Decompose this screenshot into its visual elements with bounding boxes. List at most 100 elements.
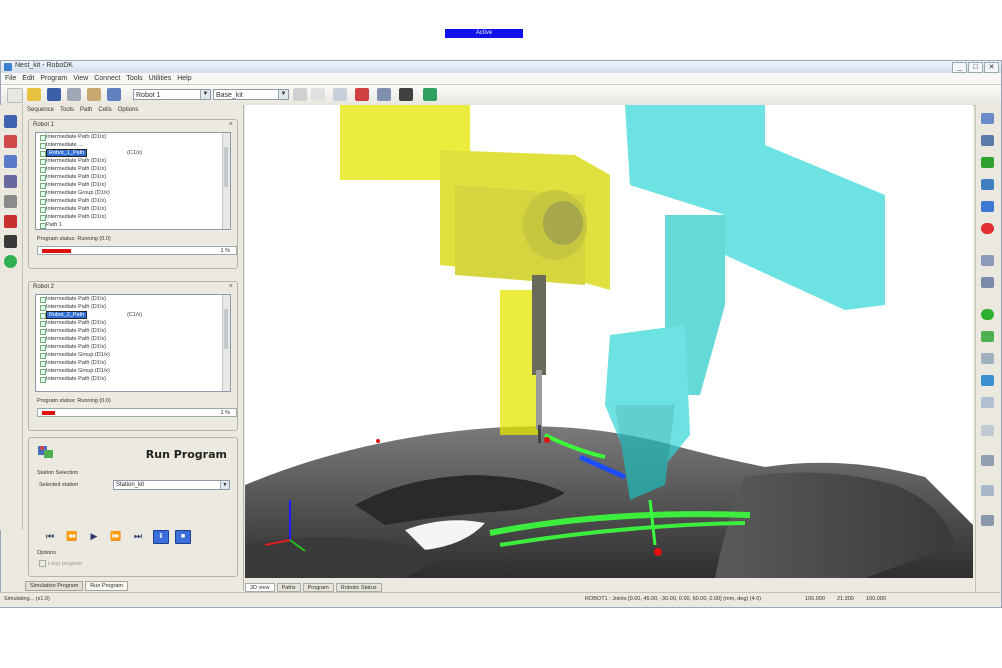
tree-item[interactable]: Intermediate Path (D1/x) [36,197,230,205]
measure-icon[interactable] [981,353,994,364]
fit-view-icon[interactable] [333,88,347,101]
tab-sequence[interactable]: Sequence [27,107,54,113]
save-icon[interactable] [47,88,61,101]
program-icon[interactable] [4,235,17,248]
robot-combo[interactable]: Robot 1 ▼ [133,89,211,100]
minimize-button[interactable]: _ [952,62,967,73]
tab-cells[interactable]: Cells [98,107,111,113]
rotate-icon[interactable] [311,88,325,101]
menu-connect[interactable]: Connect [94,73,120,84]
tab-path[interactable]: Path [80,107,92,113]
robot-icon[interactable] [4,135,17,148]
tree-item[interactable]: Intermediate Path (D1/x) [36,335,230,343]
menu-utilities[interactable]: Utilities [149,73,172,84]
camera-icon[interactable] [981,485,994,496]
record-icon[interactable] [981,223,994,234]
menu-edit[interactable]: Edit [22,73,34,84]
menu-program[interactable]: Program [40,73,67,84]
zoom-in-icon[interactable] [981,135,994,146]
tree-item[interactable]: Robot_2_Path (C1/x) [36,311,230,319]
settings-icon[interactable] [981,425,994,436]
menu-tools[interactable]: Tools [126,73,142,84]
tree-item[interactable]: Intermediate Path (D1/x) [36,229,230,230]
tab-3d-view[interactable]: 3D view [245,583,275,592]
tree-item[interactable]: Intermediate Group (D1/x) [36,189,230,197]
tab-run-program[interactable]: Run Program [85,581,129,591]
robot2-program-tree[interactable]: Intermediate Path (D1/x) Intermediate Pat… [35,294,231,392]
tree-item[interactable]: Intermediate Path (D1/x) [36,303,230,311]
view-iso-icon[interactable] [981,113,994,124]
zoom-icon[interactable] [377,88,391,101]
tree-item[interactable]: Intermediate Path (D1/x) [36,343,230,351]
tree-item[interactable]: Intermediate Group (D1/x) [36,367,230,375]
last-step-button[interactable]: ⏭ [131,530,145,542]
select-icon[interactable] [981,375,994,386]
grid-icon[interactable] [981,331,994,342]
3d-viewport[interactable] [245,105,973,578]
tree-item[interactable]: Intermediate Path (D1/x) [36,173,230,181]
close-icon[interactable]: × [229,121,233,128]
simulate-icon[interactable] [423,88,437,101]
scene-canvas[interactable] [245,105,973,578]
tree-item[interactable]: Path 1 [36,221,230,229]
print-icon[interactable] [67,88,81,101]
target-icon[interactable] [355,88,369,101]
play-button[interactable]: ▶ [87,530,101,542]
tab-paths[interactable]: Paths [276,583,301,592]
view-side-icon[interactable] [981,277,994,288]
open-folder-icon[interactable] [27,88,41,101]
menu-view[interactable]: View [73,73,88,84]
pause-button[interactable]: Ⅱ [153,530,169,544]
export-icon[interactable] [87,88,101,101]
tree-item[interactable]: Intermediate Path (D1/x) [36,157,230,165]
screenshot-icon[interactable] [981,515,994,526]
pan-icon[interactable] [981,179,994,190]
base-combo[interactable]: Base_kit ▼ [213,89,289,100]
step-back-button[interactable]: ⏪ [65,530,79,542]
target-icon[interactable] [4,215,17,228]
loop-checkbox[interactable]: Loop program [39,560,82,567]
fit-all-icon[interactable] [981,455,994,466]
robot1-model[interactable] [340,105,610,435]
close-icon[interactable]: × [229,283,233,290]
maximize-button[interactable]: □ [968,62,983,73]
view-front-icon[interactable] [981,255,994,266]
tree-scrollbar[interactable] [222,295,230,391]
frame-icon[interactable] [4,155,17,168]
world-icon[interactable] [981,309,994,320]
tab-tools[interactable]: Tools [60,107,74,113]
run-icon[interactable] [4,255,17,268]
step-forward-button[interactable]: ⏩ [109,530,123,542]
tree-item[interactable]: Intermediate Path (D1/x) [36,165,230,173]
close-button[interactable]: ✕ [984,62,999,73]
tree-item[interactable]: Intermediate Path (D1/x) [36,181,230,189]
tree-item[interactable]: Intermediate Path (D1/x) [36,359,230,367]
tree-scrollbar[interactable] [222,133,230,229]
station-icon[interactable] [4,115,17,128]
tree-item[interactable]: Intermediate Path (D1/x) [36,295,230,303]
rotate-view-icon[interactable] [981,157,994,168]
tree-item[interactable]: Intermediate Path (D1/x) [36,319,230,327]
tool-icon[interactable] [399,88,413,101]
menu-help[interactable]: Help [177,73,191,84]
tab-program[interactable]: Program [302,583,334,592]
first-step-button[interactable]: ⏮ [43,530,57,542]
undo-icon[interactable] [107,88,121,101]
tool-frame-icon[interactable] [4,175,17,188]
tree-item[interactable]: Intermediate Path (D1/x) [36,133,230,141]
workpiece-part[interactable] [245,426,973,578]
object-icon[interactable] [4,195,17,208]
tree-item[interactable]: Intermediate Path (D1/x) [36,213,230,221]
new-file-icon[interactable] [7,88,23,103]
tree-item[interactable]: Robot_1_Path (C1/x) [36,149,230,157]
move-icon[interactable] [293,88,307,101]
tab-robotic-status[interactable]: Robotic Status [335,583,382,592]
stop-button[interactable]: ■ [175,530,191,544]
tree-item[interactable]: Intermediate Path (D1/x) [36,327,230,335]
station-select[interactable]: Station_kit ▼ [113,480,230,490]
tree-item[interactable]: Intermediate Path (D1/x) [36,375,230,383]
tab-options[interactable]: Options [118,107,139,113]
collision-icon[interactable] [981,397,994,408]
robot2-model[interactable] [605,105,885,500]
view-top-icon[interactable] [981,201,994,212]
